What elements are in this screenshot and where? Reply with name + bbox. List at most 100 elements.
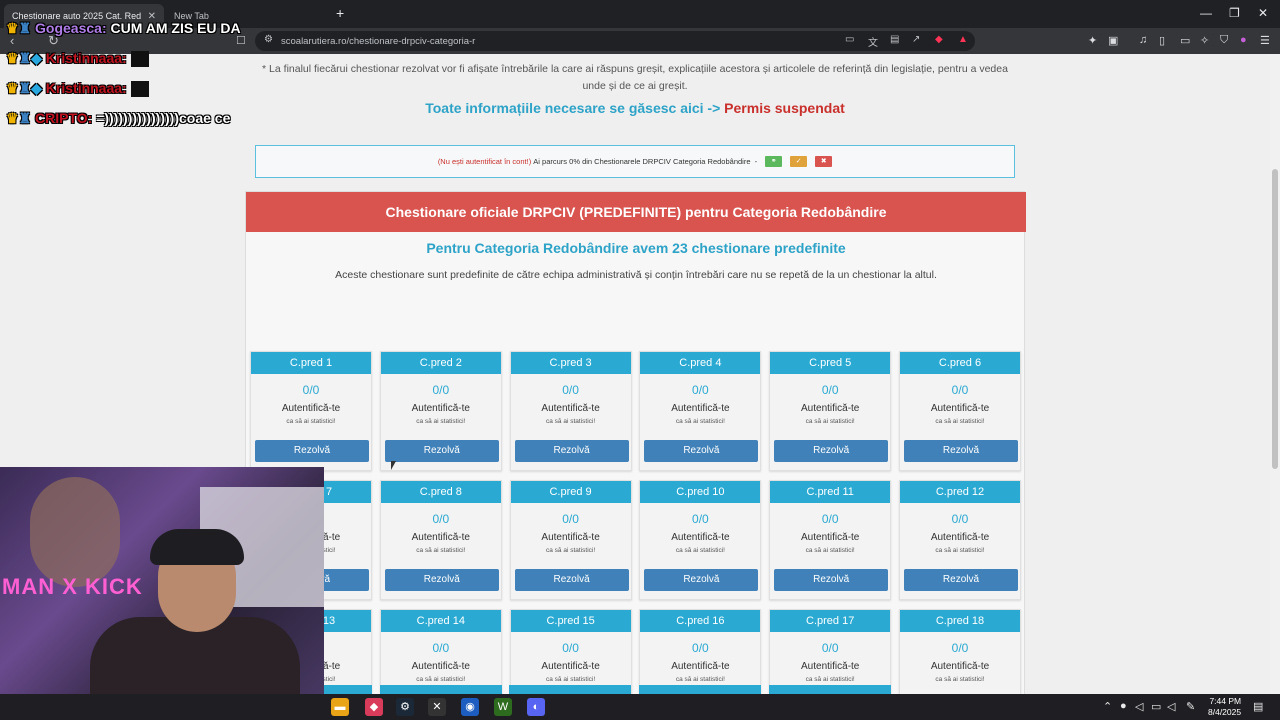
card-auth-link[interactable]: Autentifică-te (511, 532, 631, 543)
file-explorer-icon[interactable]: ▬ (331, 698, 349, 716)
check-icon[interactable]: ✓ (790, 156, 808, 167)
test-card: C.pred 6 0/0 Autentifică-te ca să ai statis… (899, 351, 1021, 471)
pen-icon[interactable]: ✎ (1186, 700, 1195, 713)
rezolva-button[interactable]: Rezolvă (514, 440, 629, 462)
volume-icon[interactable]: ◁ (1167, 700, 1175, 713)
page-scrollbar[interactable] (1270, 54, 1280, 694)
brave-shield-icon[interactable]: ◆ (935, 34, 943, 45)
card-title: C.pred 2 (380, 352, 501, 374)
panel-subtitle: Pentru Categoria Redobândire avem 23 che… (426, 240, 846, 256)
card-auth-link[interactable]: Autentifică-te (900, 661, 1020, 672)
card-title: C.pred 5 (770, 352, 891, 374)
notifications-icon[interactable]: ▤ (1253, 700, 1263, 713)
speaker-icon[interactable]: ◁ (1135, 700, 1143, 713)
rezolva-button[interactable]: Rezolvă (904, 569, 1018, 591)
share-icon[interactable]: ↗ (912, 34, 920, 45)
scrollbar-thumb[interactable] (1272, 169, 1278, 469)
address-bar[interactable]: ⚙ scoalarutiera.ro/chestionare-drpciv-ca… (255, 31, 975, 51)
music-icon[interactable]: ♫ (1139, 34, 1147, 46)
reader-icon[interactable]: ▤ (890, 34, 899, 45)
card-auth-link[interactable]: Autentifică-te (640, 661, 760, 672)
discord-icon[interactable]: ◐ (527, 698, 545, 716)
mouse-cursor (391, 461, 396, 470)
card-stat-hint: ca să ai statistici! (935, 547, 985, 554)
card-auth-link[interactable]: Autentifică-te (770, 661, 890, 672)
card-score: 0/0 (692, 512, 709, 526)
card-auth-link[interactable]: Autentifică-te (900, 532, 1020, 543)
card-auth-link[interactable]: Autentifică-te (640, 403, 760, 414)
translate-icon[interactable]: 文 (868, 34, 878, 49)
card-auth-link[interactable]: Autentifică-te (770, 403, 890, 414)
card-title: C.pred 16 (640, 610, 761, 632)
ai-icon[interactable]: ✧ (1200, 34, 1209, 47)
card-title: C.pred 15 (510, 610, 631, 632)
card-auth-link[interactable]: Autentifică-te (770, 532, 890, 543)
rezolva-button[interactable]: Rezolvă (644, 440, 759, 462)
restore-icon[interactable]: ❐ (1229, 6, 1240, 20)
reset-icon[interactable]: ✖ (815, 156, 833, 167)
close-window-icon[interactable]: ✕ (1258, 6, 1268, 20)
not-logged-in-text: (Nu ești autentificat în cont!) (437, 157, 532, 166)
test-card: C.pred 18 0/0 Autentifică-te ca să ai stati… (899, 609, 1021, 694)
cast-icon[interactable]: ▭ (845, 34, 854, 45)
terminal-icon[interactable]: ✕ (428, 698, 446, 716)
test-card: C.pred 17 0/0 Autentifică-te ca să ai stati… (769, 609, 892, 694)
card-stat-hint: ca să ai statistici! (675, 676, 725, 683)
crown-icon: ♛ (6, 50, 19, 66)
clock-date: 8/4/2025 (1208, 707, 1242, 717)
test-card: C.pred 3 0/0 Autentifică-te ca să ai statis… (509, 351, 632, 471)
rezolva-button[interactable]: Rezolvă (644, 569, 759, 591)
game-icon[interactable]: W (494, 698, 512, 716)
test-card: C.pred 10 0/0 Autentifică-te ca să ai stati… (639, 480, 762, 600)
vpn-icon[interactable]: ⛉ (1220, 34, 1228, 47)
card-auth-link[interactable]: Autentifică-te (640, 532, 760, 543)
card-auth-link[interactable]: Autentifică-te (381, 403, 501, 414)
minimize-icon[interactable]: — (1200, 6, 1212, 20)
rezolva-button[interactable]: Rezolvă (384, 569, 499, 591)
robot-icon: ♜ (18, 80, 32, 96)
rezolva-button[interactable]: Rezolvă (255, 440, 369, 462)
wallet-icon[interactable]: ▭ (1180, 34, 1190, 47)
rezolva-button[interactable]: Rezolvă (904, 440, 1018, 462)
card-stat-hint: ca să ai statistici! (935, 418, 985, 425)
emote-image (130, 51, 149, 68)
new-tab-icon[interactable]: + (336, 5, 344, 21)
chevron-up-icon[interactable]: ⌃ (1103, 700, 1112, 713)
permis-suspendat-link[interactable]: Permis suspendat (724, 100, 845, 116)
rezolva-button[interactable]: Rezolvă (774, 440, 889, 462)
card-title: C.pred 14 (380, 610, 501, 632)
crown-icon: ♛ (6, 80, 19, 96)
extensions-icon[interactable]: ✦ (1088, 34, 1097, 47)
card-auth-link[interactable]: Autentifică-te (511, 661, 631, 672)
card-auth-link[interactable]: Autentifică-te (381, 661, 501, 672)
tab-capture-icon[interactable]: ▣ (1108, 34, 1118, 47)
mic-icon[interactable]: ● (1120, 700, 1127, 712)
card-score: 0/0 (821, 512, 839, 526)
network-icon[interactable]: ▭ (1151, 700, 1161, 713)
card-auth-link[interactable]: Autentifică-te (251, 403, 371, 414)
clock-time: 7:44 PM (1209, 696, 1242, 706)
webcam-overlay: MAN X KICK (0, 467, 324, 720)
card-title: C.pred 1 (251, 352, 371, 374)
rezolva-button[interactable]: Rezolvă (384, 440, 499, 462)
emote-image (130, 81, 149, 98)
card-title: C.pred 12 (900, 481, 1020, 503)
browser-taskbar-icon[interactable]: ◆ (365, 698, 383, 716)
menu-icon[interactable]: ☰ (1260, 34, 1270, 47)
card-auth-link[interactable]: Autentifică-te (381, 532, 501, 543)
profile-icon[interactable]: ● (1240, 34, 1247, 46)
steam-icon[interactable]: ⚙ (396, 698, 414, 716)
sidebar-icon[interactable]: ▯ (1159, 34, 1165, 47)
clock[interactable]: 7:44 PM 8/4/2025 (1208, 696, 1241, 718)
card-stat-hint: ca să ai statistici! (546, 547, 596, 554)
card-score: 0/0 (302, 383, 320, 397)
chat-message: ♛♜◆ Kristinnaaa: (6, 50, 149, 68)
rezolva-button[interactable]: Rezolvă (774, 569, 889, 591)
rezolva-button[interactable]: Rezolvă (514, 569, 629, 591)
card-stat-hint: ca să ai statistici! (416, 418, 466, 425)
card-auth-link[interactable]: Autentifică-te (900, 403, 1020, 414)
rewards-icon[interactable]: ▲ (958, 34, 968, 45)
link-icon[interactable]: ⚭ (765, 156, 783, 167)
app-icon[interactable]: ◉ (461, 698, 479, 716)
card-auth-link[interactable]: Autentifică-te (511, 403, 631, 414)
